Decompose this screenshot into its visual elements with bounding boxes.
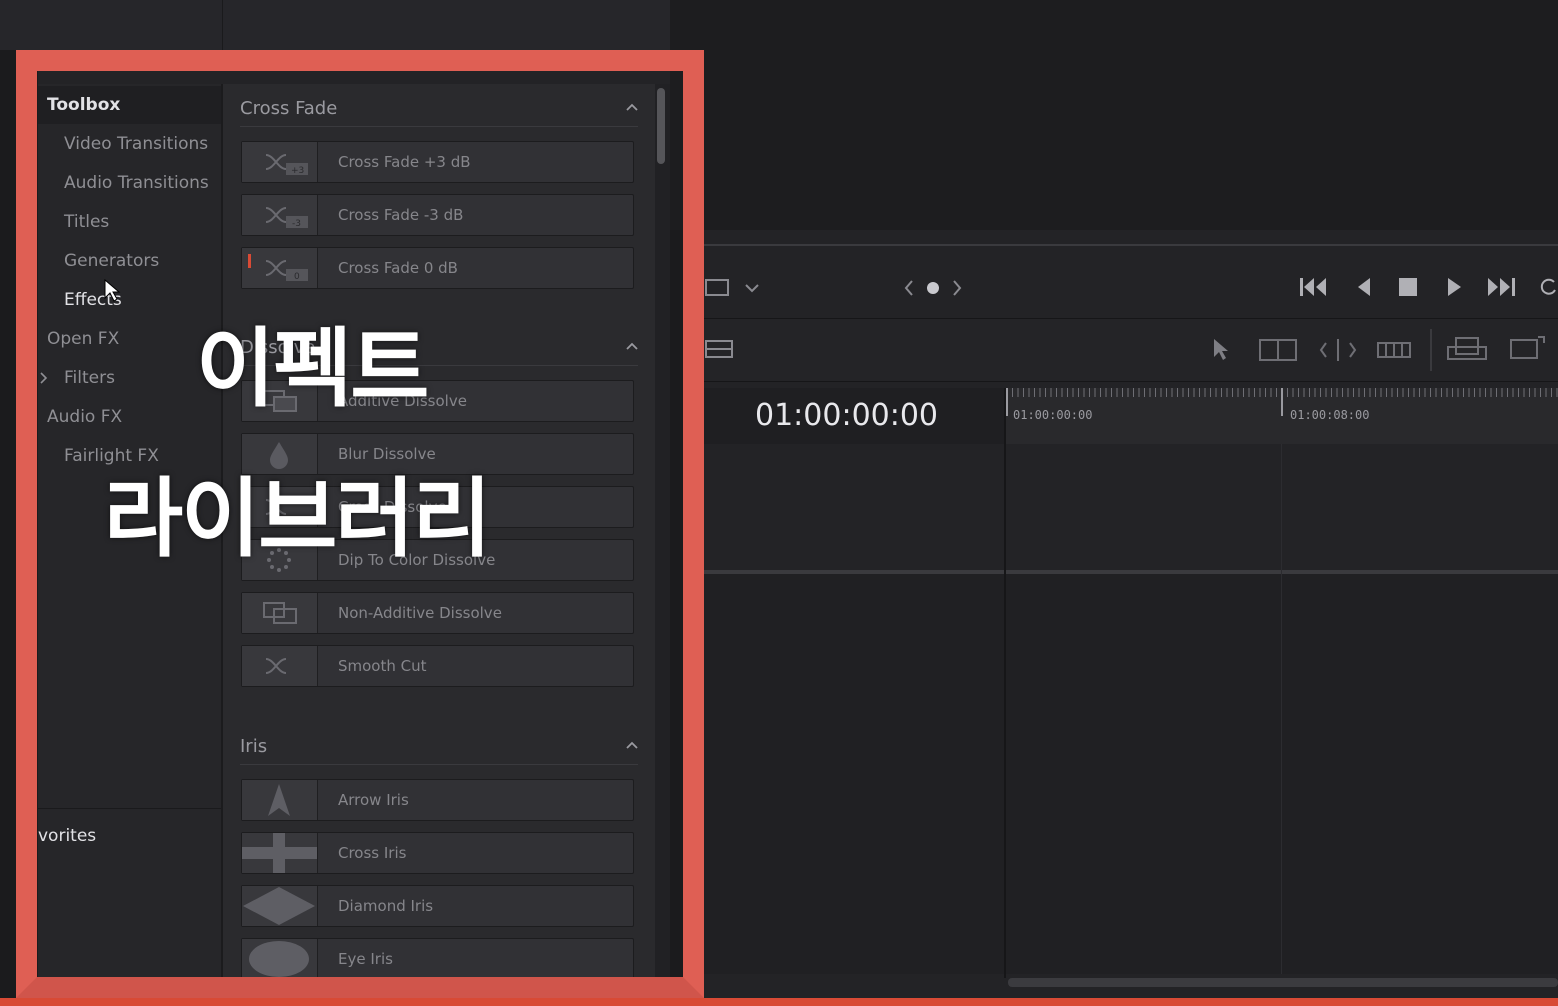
edit-tools-row [704, 318, 1558, 382]
playback-control-bar [704, 262, 1558, 314]
stop-icon[interactable] [1396, 274, 1420, 300]
overlay-caption-line2: 라이브러리 [104, 469, 492, 569]
audio-track[interactable] [704, 574, 1558, 974]
play-reverse-icon[interactable] [1354, 274, 1374, 300]
insert-clip-icon[interactable] [1446, 335, 1488, 365]
panel-divider [704, 244, 1558, 246]
dynamic-trim-icon[interactable] [1318, 337, 1358, 363]
grid-line [1281, 444, 1282, 974]
clip-view-icon[interactable] [704, 276, 764, 300]
top-toolbar [0, 0, 670, 50]
viewer-area [670, 0, 1558, 230]
trim-tool-icon[interactable] [1258, 337, 1300, 363]
overlay-caption-line1: 이펙트 [196, 319, 429, 419]
loop-icon[interactable] [1540, 274, 1558, 300]
skip-to-start-icon[interactable] [1298, 274, 1330, 300]
skip-to-end-icon[interactable] [1486, 274, 1518, 300]
timecode-display: 01:00:00:00 [755, 398, 939, 433]
blade-tool-icon[interactable] [1376, 337, 1412, 363]
selection-tool-icon[interactable] [1210, 337, 1232, 363]
ruler-label-8s: 01:00:08:00 [1290, 408, 1370, 422]
jog-control-icon[interactable] [902, 276, 968, 300]
play-icon[interactable] [1444, 274, 1464, 300]
video-track[interactable] [704, 444, 1558, 570]
bottom-accent-strip [0, 998, 1558, 1006]
track-header-divider [1004, 388, 1006, 978]
ruler-label-start: 01:00:00:00 [1013, 408, 1093, 422]
timeline-options-icon[interactable] [704, 337, 736, 363]
timeline-scrollbar[interactable] [1008, 978, 1558, 987]
overwrite-clip-icon[interactable] [1508, 335, 1548, 365]
